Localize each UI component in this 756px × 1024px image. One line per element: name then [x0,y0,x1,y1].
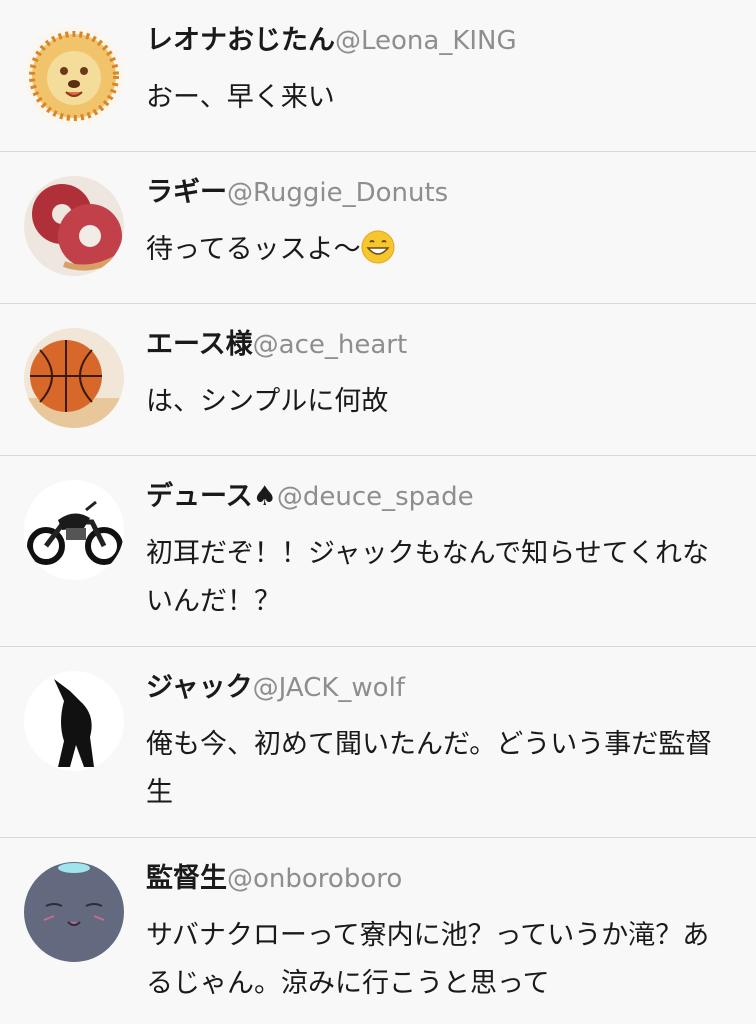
post-item[interactable]: エース様@ace_heart は、シンプルに何故 [0,304,756,456]
user-handle[interactable]: @onboroboro [227,864,402,894]
post-item[interactable]: レオナおじたん@Leona_KING おー、早く来い [0,0,756,152]
motorcycle-avatar-icon[interactable] [24,480,124,580]
post-header: 監督生@onboroboro [146,862,736,899]
post-item[interactable]: ラギー@Ruggie_Donuts 待ってるッスよ〜 [0,152,756,304]
post-header: ラギー@Ruggie_Donuts [146,176,736,213]
user-handle[interactable]: @deuce_spade [277,482,474,512]
post-text: 俺も今、初めて聞いたんだ。どういう事だ監督生 [146,729,713,808]
user-handle[interactable]: @Ruggie_Donuts [227,178,448,208]
user-handle[interactable]: @ace_heart [253,330,408,360]
post-text: サバナクローって寮内に池？っていうか滝？あるじゃん。涼みに行こうと思って [146,920,710,999]
basketball-avatar-icon[interactable] [24,328,124,428]
user-name[interactable]: エース様 [146,329,253,360]
user-handle[interactable]: @JACK_wolf [253,673,405,703]
post-header: デュース♠@deuce_spade [146,480,736,517]
post-text-content: 待ってるッスよ〜 [146,234,361,265]
wolf-avatar-icon[interactable] [24,671,124,771]
user-name[interactable]: 監督生 [146,863,227,894]
post-text: 待ってるッスよ〜 [146,226,716,274]
user-name[interactable]: ラギー [146,177,227,208]
post-item[interactable]: デュース♠@deuce_spade 初耳だぞ！！ジャックもなんで知らせてくれない… [0,456,756,647]
post-item[interactable]: 監督生@onboroboro サバナクローって寮内に池？っていうか滝？あるじゃん… [0,838,756,1024]
post-text: おー、早く来い [146,82,335,113]
lion-avatar-icon[interactable] [24,26,124,126]
grinning-face-icon [361,230,395,264]
post-text: 初耳だぞ！！ジャックもなんで知らせてくれないんだ！？ [146,538,709,617]
post-header: エース様@ace_heart [146,328,736,365]
post-text: は、シンプルに何故 [146,386,389,417]
timeline-feed: レオナおじたん@Leona_KING おー、早く来い ラギー@Ruggie_Do… [0,0,756,1024]
donuts-avatar-icon[interactable] [24,176,124,276]
ghost-avatar-icon[interactable] [24,862,124,962]
post-header: レオナおじたん@Leona_KING [146,24,736,61]
user-name[interactable]: デュース♠ [146,481,277,512]
user-handle[interactable]: @Leona_KING [335,26,517,56]
user-name[interactable]: レオナおじたん [146,25,335,56]
user-name[interactable]: ジャック [146,672,253,703]
post-item[interactable]: ジャック@JACK_wolf 俺も今、初めて聞いたんだ。どういう事だ監督生 [0,647,756,838]
post-header: ジャック@JACK_wolf [146,671,736,708]
